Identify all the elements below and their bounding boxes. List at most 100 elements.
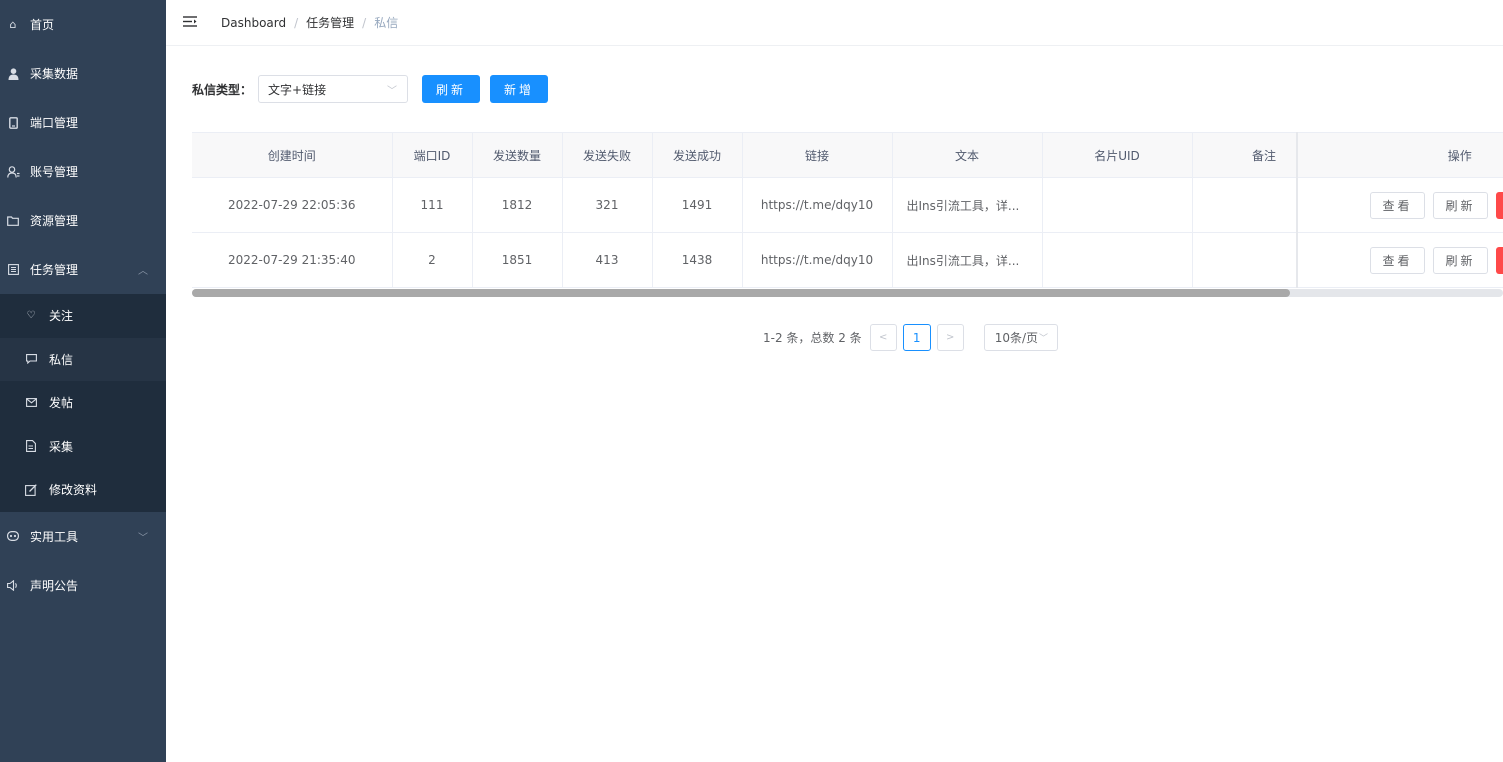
sidebar-item-port[interactable]: 端口管理 [0, 98, 166, 147]
column-header: 链接 [742, 132, 893, 178]
mail-icon [24, 398, 38, 408]
column-header: 名片UID [1042, 132, 1193, 178]
cell-created: 2022-07-29 22:05:36 [192, 177, 393, 233]
cell-remark [1192, 177, 1298, 233]
sidebar-item-label: 采集数据 [30, 67, 79, 81]
chevron-left-icon: < [878, 332, 888, 343]
message-type-value: 文字+链接 [268, 82, 327, 97]
message-type-select[interactable]: 文字+链接 ﹀ [258, 75, 409, 103]
cell-text: 出Ins引流工具，详... [892, 232, 1043, 288]
cell-link: https://t.me/dqy10 [742, 232, 893, 288]
breadcrumb-separator: / [294, 15, 299, 30]
column-header: 发送数量 [472, 132, 563, 178]
speaker-icon [6, 578, 20, 592]
prev-page-button[interactable]: < [869, 324, 897, 351]
cell-text: 出Ins引流工具，详... [892, 177, 1043, 233]
chevron-right-icon: > [945, 332, 955, 343]
message-type-label: 私信类型： [192, 82, 253, 97]
main-content: Dashboard / 任务管理 / 私信 私信类型： 文字+链接 ﹀ 刷新 新… [166, 0, 1503, 762]
column-header: 发送失败 [562, 132, 653, 178]
view-button[interactable]: 查看 [1370, 191, 1425, 219]
breadcrumb-task-management: 任务管理 [306, 16, 355, 30]
sidebar-item-label: 发帖 [49, 396, 74, 411]
column-header: 文本 [892, 132, 1043, 178]
breadcrumb-separator: / [362, 15, 367, 30]
column-header: 端口ID [392, 132, 473, 178]
account-icon [6, 165, 20, 179]
breadcrumb: Dashboard / 任务管理 / 私信 [221, 14, 398, 31]
sidebar-subitem-collect[interactable]: 采集 [0, 425, 166, 469]
cell-failed: 321 [562, 177, 653, 233]
cell-port-id: 2 [392, 232, 473, 288]
add-button[interactable]: 新增 [490, 75, 549, 103]
delete-button[interactable] [1496, 191, 1503, 219]
sidebar-item-label: 声明公告 [30, 578, 79, 593]
sidebar-item-label: 关注 [49, 309, 74, 324]
sidebar-item-announcement[interactable]: 声明公告 [0, 561, 166, 610]
cell-sent: 1812 [472, 177, 563, 233]
chevron-down-icon: ﹀ [1039, 334, 1049, 344]
breadcrumb-current: 私信 [374, 16, 399, 30]
mobile-icon [6, 116, 20, 130]
sidebar-item-label: 采集 [49, 439, 74, 454]
sidebar-subitem-post[interactable]: 发帖 [0, 381, 166, 425]
page-size-value: 10条/页 [994, 331, 1039, 345]
table-row: 2022-07-29 22:05:36 111 1812 321 1491 ht… [192, 177, 1503, 233]
view-button[interactable]: 查看 [1370, 246, 1425, 274]
sidebar-item-label: 修改资料 [49, 483, 98, 498]
message-icon [24, 354, 38, 365]
sidebar-item-account[interactable]: 账号管理 [0, 147, 166, 196]
sidebar-item-label: 实用工具 [30, 529, 79, 544]
sidebar-item-label: 首页 [30, 18, 55, 32]
breadcrumb-dashboard[interactable]: Dashboard [221, 16, 286, 30]
horizontal-scrollbar[interactable] [192, 289, 1503, 297]
pagination-total: 1-2 条，总数 2 条 [763, 331, 862, 345]
sidebar-subitem-edit-profile[interactable]: 修改资料 [0, 468, 166, 512]
document-icon [24, 440, 38, 453]
page-number-button[interactable]: 1 [902, 324, 931, 351]
cell-port-id: 111 [392, 177, 473, 233]
cell-created: 2022-07-29 21:35:40 [192, 232, 393, 288]
sidebar-item-label: 资源管理 [30, 214, 79, 228]
filter-bar: 私信类型： 文字+链接 ﹀ 刷新 新增 [192, 75, 549, 103]
cell-success: 1491 [652, 177, 743, 233]
delete-button[interactable] [1496, 246, 1503, 274]
sidebar-item-tools[interactable]: 实用工具 ﹀ [0, 512, 166, 561]
chevron-down-icon: ﹀ [138, 532, 148, 544]
table-row: 2022-07-29 21:35:40 2 1851 413 1438 http… [192, 232, 1503, 288]
sidebar-item-home[interactable]: ⌂ 首页 [0, 0, 166, 49]
sidebar-item-label: 私信 [49, 352, 74, 367]
task-submenu: ♡ 关注 私信 发帖 采集 修改资料 [0, 294, 166, 512]
column-header: 创建时间 [192, 132, 393, 178]
navbar: Dashboard / 任务管理 / 私信 [166, 0, 1503, 46]
cell-link: https://t.me/dqy10 [742, 177, 893, 233]
sidebar-item-collect-data[interactable]: 采集数据 [0, 49, 166, 98]
row-refresh-button[interactable]: 刷新 [1433, 246, 1488, 274]
next-page-button[interactable]: > [936, 324, 964, 351]
sidebar-item-label: 端口管理 [30, 116, 79, 130]
data-table: 创建时间 端口ID 发送数量 发送失败 发送成功 链接 文本 名片UID 备注 … [192, 132, 1503, 298]
heart-icon: ♡ [26, 310, 36, 322]
tools-icon [6, 529, 20, 543]
column-header: 备注 [1192, 132, 1298, 178]
scrollbar-thumb[interactable] [192, 289, 1290, 297]
sidebar-subitem-message[interactable]: 私信 [0, 337, 166, 381]
page-size-select[interactable]: 10条/页 ﹀ [983, 324, 1058, 351]
sidebar-item-resource[interactable]: 资源管理 [0, 196, 166, 245]
sidebar-subitem-follow[interactable]: ♡ 关注 [0, 294, 166, 338]
cell-actions: 查看 刷新 [1296, 177, 1503, 233]
chevron-down-icon: ﹀ [387, 86, 398, 97]
home-icon: ⌂ [9, 18, 17, 31]
folder-icon [6, 214, 20, 228]
menu-toggle-icon[interactable] [183, 15, 197, 30]
refresh-button[interactable]: 刷新 [422, 75, 481, 103]
sidebar-item-task[interactable]: 任务管理 ︿ [0, 245, 166, 294]
column-header: 操作 [1296, 132, 1503, 178]
cell-remark [1192, 232, 1298, 288]
cell-card-uid [1042, 232, 1193, 288]
pagination: 1-2 条，总数 2 条 < 1 > 10条/页 ﹀ [763, 324, 1058, 351]
table-header-row: 创建时间 端口ID 发送数量 发送失败 发送成功 链接 文本 名片UID 备注 … [192, 132, 1503, 178]
cell-sent: 1851 [472, 232, 563, 288]
row-refresh-button[interactable]: 刷新 [1433, 191, 1488, 219]
cell-actions: 查看 刷新 [1296, 232, 1503, 288]
